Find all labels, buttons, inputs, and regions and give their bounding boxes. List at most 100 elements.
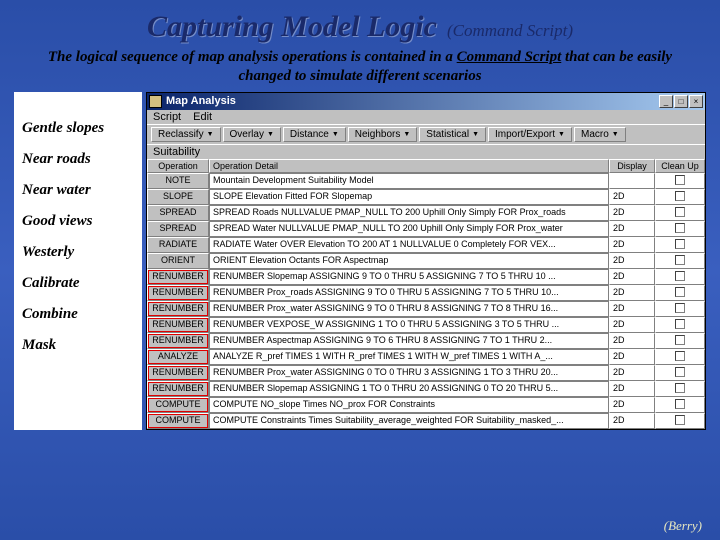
minimize-button[interactable]: _ <box>659 95 673 108</box>
grid-row[interactable]: ANALYZEANALYZE R_pref TIMES 1 WITH R_pre… <box>147 349 705 365</box>
cell-operation: RENUMBER <box>147 365 209 381</box>
cell-display: 2D <box>609 349 655 365</box>
checkbox-icon[interactable] <box>675 399 685 409</box>
map-analysis-window: Map Analysis _ □ × Script Edit Reclassify… <box>146 92 706 430</box>
checkbox-icon[interactable] <box>675 351 685 361</box>
col-operation: Operation <box>147 159 209 173</box>
checkbox-icon[interactable] <box>675 303 685 313</box>
toolbar-button[interactable]: Distance▼ <box>283 127 346 142</box>
cell-display: 2D <box>609 221 655 237</box>
cell-operation: RENUMBER <box>147 285 209 301</box>
checkbox-icon[interactable] <box>675 191 685 201</box>
cell-cleanup[interactable] <box>655 269 705 285</box>
cell-operation: RENUMBER <box>147 269 209 285</box>
cell-detail: ORIENT Elevation Octants FOR Aspectmap <box>209 253 609 269</box>
toolbar-button[interactable]: Import/Export▼ <box>488 127 572 142</box>
grid-row[interactable]: RADIATERADIATE Water OVER Elevation TO 2… <box>147 237 705 253</box>
grid-row[interactable]: RENUMBERRENUMBER VEXPOSE_W ASSIGNING 1 T… <box>147 317 705 333</box>
grid-row[interactable]: COMPUTECOMPUTE NO_slope Times NO_prox FO… <box>147 397 705 413</box>
col-cleanup: Clean Up <box>655 159 705 173</box>
cell-operation: ANALYZE <box>147 349 209 365</box>
side-labels: Gentle slopesNear roadsNear waterGood vi… <box>14 92 142 430</box>
checkbox-icon[interactable] <box>675 383 685 393</box>
cell-display <box>609 173 655 189</box>
toolbar-button[interactable]: Overlay▼ <box>223 127 281 142</box>
grid-row[interactable]: NOTEMountain Development Suitability Mod… <box>147 173 705 189</box>
side-label: Good views <box>22 213 134 230</box>
cell-cleanup[interactable] <box>655 381 705 397</box>
checkbox-icon[interactable] <box>675 319 685 329</box>
cell-display: 2D <box>609 269 655 285</box>
grid-row[interactable]: COMPUTECOMPUTE Constraints Times Suitabi… <box>147 413 705 429</box>
cell-cleanup[interactable] <box>655 221 705 237</box>
window-titlebar[interactable]: Map Analysis _ □ × <box>147 93 705 110</box>
cell-display: 2D <box>609 317 655 333</box>
toolbar-button[interactable]: Statistical▼ <box>419 127 486 142</box>
cell-cleanup[interactable] <box>655 301 705 317</box>
cell-display: 2D <box>609 413 655 429</box>
checkbox-icon[interactable] <box>675 175 685 185</box>
checkbox-icon[interactable] <box>675 415 685 425</box>
cell-cleanup[interactable] <box>655 349 705 365</box>
cell-detail: RENUMBER Prox_roads ASSIGNING 9 TO 0 THR… <box>209 285 609 301</box>
checkbox-icon[interactable] <box>675 207 685 217</box>
cell-cleanup[interactable] <box>655 285 705 301</box>
side-label: Westerly <box>22 244 134 261</box>
grid-row[interactable]: RENUMBERRENUMBER Prox_water ASSIGNING 9 … <box>147 301 705 317</box>
checkbox-icon[interactable] <box>675 255 685 265</box>
cell-operation: COMPUTE <box>147 413 209 429</box>
menu-bar: Script Edit <box>147 110 705 124</box>
cell-display: 2D <box>609 397 655 413</box>
menu-item[interactable]: Script <box>153 111 181 123</box>
checkbox-icon[interactable] <box>675 271 685 281</box>
checkbox-icon[interactable] <box>675 367 685 377</box>
cell-detail: RENUMBER Prox_water ASSIGNING 9 TO 0 THR… <box>209 301 609 317</box>
cell-cleanup[interactable] <box>655 253 705 269</box>
cell-operation: RENUMBER <box>147 317 209 333</box>
cell-cleanup[interactable] <box>655 365 705 381</box>
grid-row[interactable]: RENUMBERRENUMBER Slopemap ASSIGNING 9 TO… <box>147 269 705 285</box>
cell-detail: ANALYZE R_pref TIMES 1 WITH R_pref TIMES… <box>209 349 609 365</box>
cell-detail: Mountain Development Suitability Model <box>209 173 609 189</box>
cell-display: 2D <box>609 301 655 317</box>
cell-cleanup[interactable] <box>655 173 705 189</box>
grid-row[interactable]: ORIENTORIENT Elevation Octants FOR Aspec… <box>147 253 705 269</box>
grid-row[interactable]: SPREADSPREAD Water NULLVALUE PMAP_NULL T… <box>147 221 705 237</box>
cell-detail: SLOPE Elevation Fitted FOR Slopemap <box>209 189 609 205</box>
grid-row[interactable]: SLOPESLOPE Elevation Fitted FOR Slopemap… <box>147 189 705 205</box>
slide-title-sub: (Command Script) <box>447 21 573 40</box>
cell-cleanup[interactable] <box>655 397 705 413</box>
cell-cleanup[interactable] <box>655 333 705 349</box>
cell-display: 2D <box>609 365 655 381</box>
side-label: Near roads <box>22 151 134 168</box>
checkbox-icon[interactable] <box>675 239 685 249</box>
grid-row[interactable]: RENUMBERRENUMBER Aspectmap ASSIGNING 9 T… <box>147 333 705 349</box>
credit: (Berry) <box>664 518 702 534</box>
cell-detail: COMPUTE NO_slope Times NO_prox FOR Const… <box>209 397 609 413</box>
cell-cleanup[interactable] <box>655 189 705 205</box>
toolbar-button[interactable]: Macro▼ <box>574 127 626 142</box>
grid-row[interactable]: RENUMBERRENUMBER Slopemap ASSIGNING 1 TO… <box>147 381 705 397</box>
cell-cleanup[interactable] <box>655 237 705 253</box>
grid-header: Operation Operation Detail Display Clean… <box>147 159 705 173</box>
cell-cleanup[interactable] <box>655 413 705 429</box>
close-button[interactable]: × <box>689 95 703 108</box>
maximize-button[interactable]: □ <box>674 95 688 108</box>
grid-row[interactable]: SPREADSPREAD Roads NULLVALUE PMAP_NULL T… <box>147 205 705 221</box>
cell-detail: RADIATE Water OVER Elevation TO 200 AT 1… <box>209 237 609 253</box>
checkbox-icon[interactable] <box>675 335 685 345</box>
cell-display: 2D <box>609 381 655 397</box>
toolbar-button[interactable]: Neighbors▼ <box>348 127 418 142</box>
cell-display: 2D <box>609 189 655 205</box>
cell-display: 2D <box>609 253 655 269</box>
toolbar-button[interactable]: Reclassify▼ <box>151 127 221 142</box>
cell-detail: SPREAD Water NULLVALUE PMAP_NULL TO 200 … <box>209 221 609 237</box>
cell-operation: NOTE <box>147 173 209 189</box>
checkbox-icon[interactable] <box>675 287 685 297</box>
menu-item[interactable]: Edit <box>193 111 212 123</box>
grid-row[interactable]: RENUMBERRENUMBER Prox_roads ASSIGNING 9 … <box>147 285 705 301</box>
cell-cleanup[interactable] <box>655 317 705 333</box>
checkbox-icon[interactable] <box>675 223 685 233</box>
grid-row[interactable]: RENUMBERRENUMBER Prox_water ASSIGNING 0 … <box>147 365 705 381</box>
cell-cleanup[interactable] <box>655 205 705 221</box>
